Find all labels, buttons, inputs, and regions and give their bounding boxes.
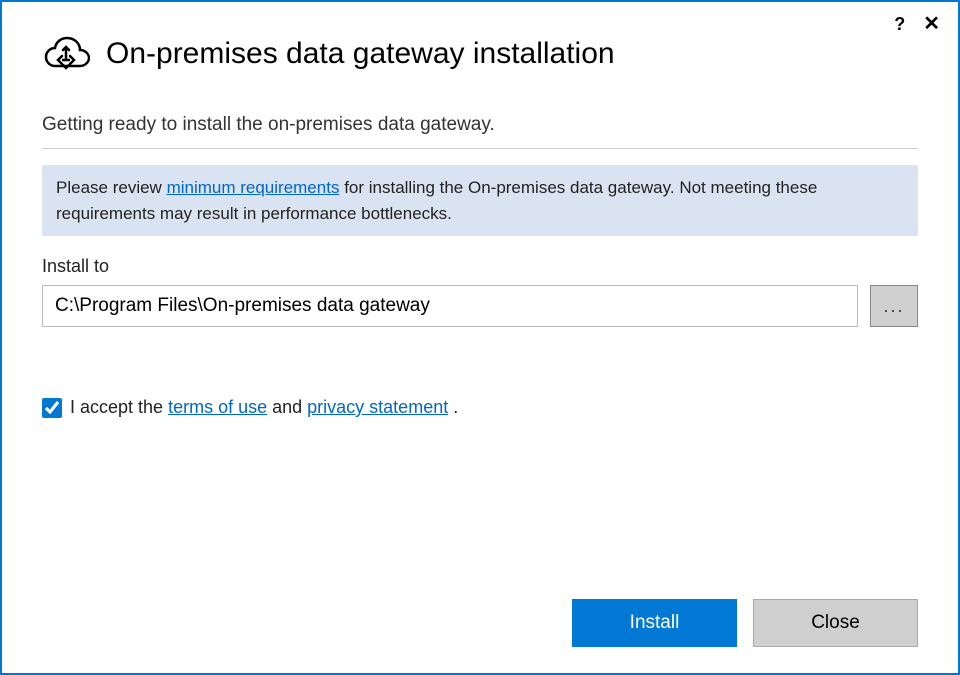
titlebar: ? ✕ [890,12,944,36]
help-icon[interactable]: ? [890,13,909,35]
install-to-label: Install to [42,256,918,277]
close-icon[interactable]: ✕ [919,12,944,36]
accept-post: . [448,397,458,417]
installer-window: ? ✕ On-premises data gateway installatio… [0,0,960,675]
footer-buttons: Install Close [572,599,918,647]
accept-pre: I accept the [70,397,168,417]
accept-mid: and [267,397,307,417]
page-title: On-premises data gateway installation [106,37,615,71]
header: On-premises data gateway installation [42,34,918,74]
close-button[interactable]: Close [753,599,918,647]
privacy-link[interactable]: privacy statement [307,397,448,417]
install-path-row: ... [42,285,918,327]
terms-link[interactable]: terms of use [168,397,267,417]
divider [42,148,918,149]
browse-button[interactable]: ... [870,285,918,327]
requirements-info: Please review minimum requirements for i… [42,165,918,236]
subtitle: Getting ready to install the on-premises… [42,114,918,136]
info-pre: Please review [56,178,167,197]
install-path-input[interactable] [42,285,858,327]
install-button[interactable]: Install [572,599,737,647]
min-requirements-link[interactable]: minimum requirements [167,178,340,197]
accept-checkbox[interactable] [42,398,62,418]
cloud-updown-icon [42,34,90,74]
accept-row: I accept the terms of use and privacy st… [42,397,918,418]
